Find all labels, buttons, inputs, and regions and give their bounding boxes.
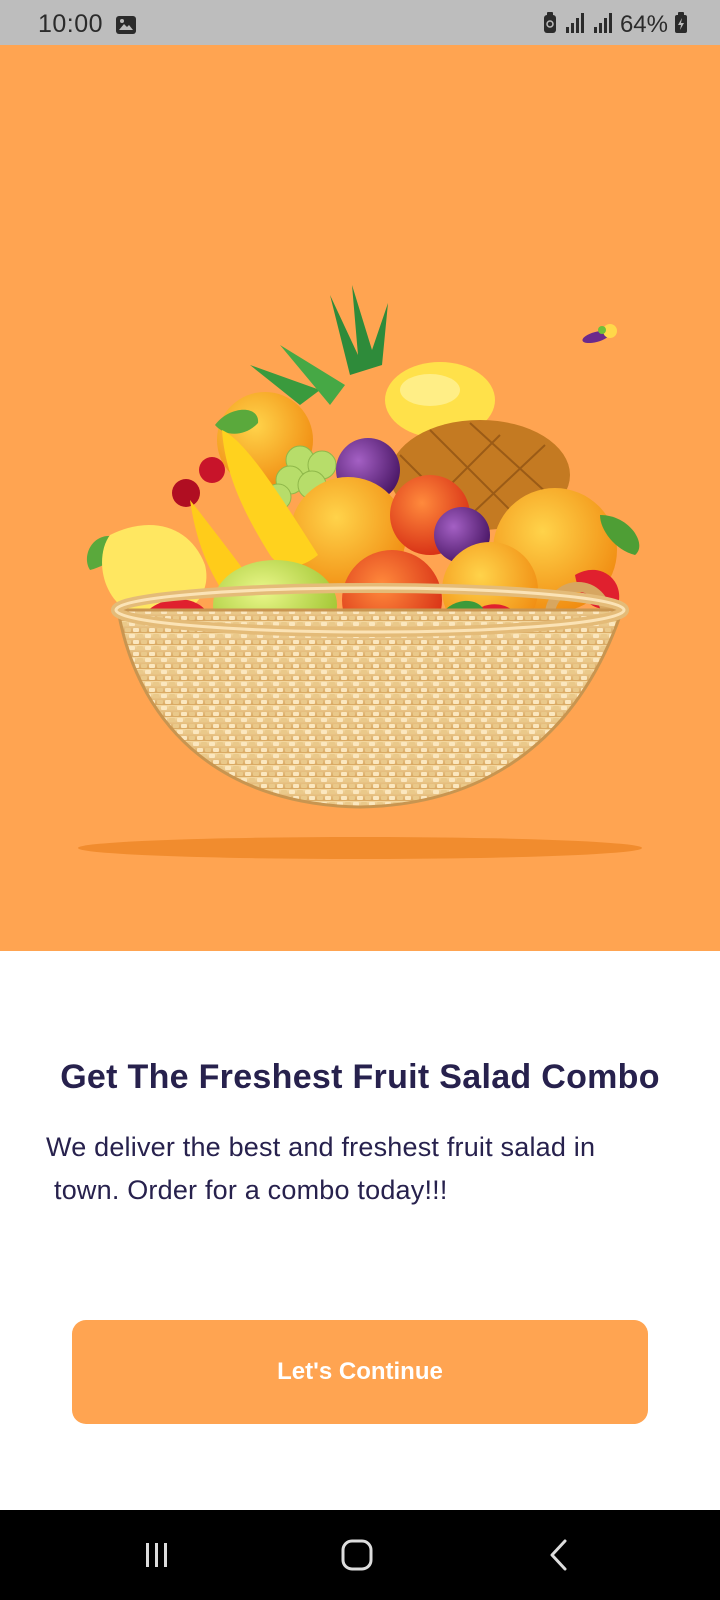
fruit-basket-illustration [78,285,642,859]
battery-icon [674,11,688,39]
back-icon [550,1539,567,1571]
hero-banner [0,45,720,951]
battery-saver-icon [542,11,558,39]
system-nav-bar [0,1510,720,1600]
status-time: 10:00 [38,10,104,38]
back-button[interactable] [530,1530,590,1580]
onboarding-title: Get The Freshest Fruit Salad Combo [60,1058,660,1096]
recent-apps-button[interactable] [127,1530,187,1580]
small-fruit-decoration [582,324,617,344]
onboarding-subtitle: We deliver the best and freshest fruit s… [46,1126,686,1212]
status-bar: 10:00 64% [0,0,720,45]
home-icon [341,1539,373,1571]
home-button[interactable] [327,1530,387,1580]
basket [111,583,629,809]
signal-icon [564,12,586,39]
image-notification-icon [115,15,137,40]
continue-button[interactable]: Let's Continue [72,1320,648,1424]
signal-icon [592,12,614,39]
recent-apps-icon [146,1543,167,1567]
battery-percentage: 64% [619,11,668,38]
subtitle-line-2: town. Order for a combo today!!! [54,1175,448,1205]
status-indicators: 64% [542,11,688,39]
fruit-pile [86,285,640,660]
subtitle-line-1: We deliver the best and freshest fruit s… [46,1132,596,1162]
